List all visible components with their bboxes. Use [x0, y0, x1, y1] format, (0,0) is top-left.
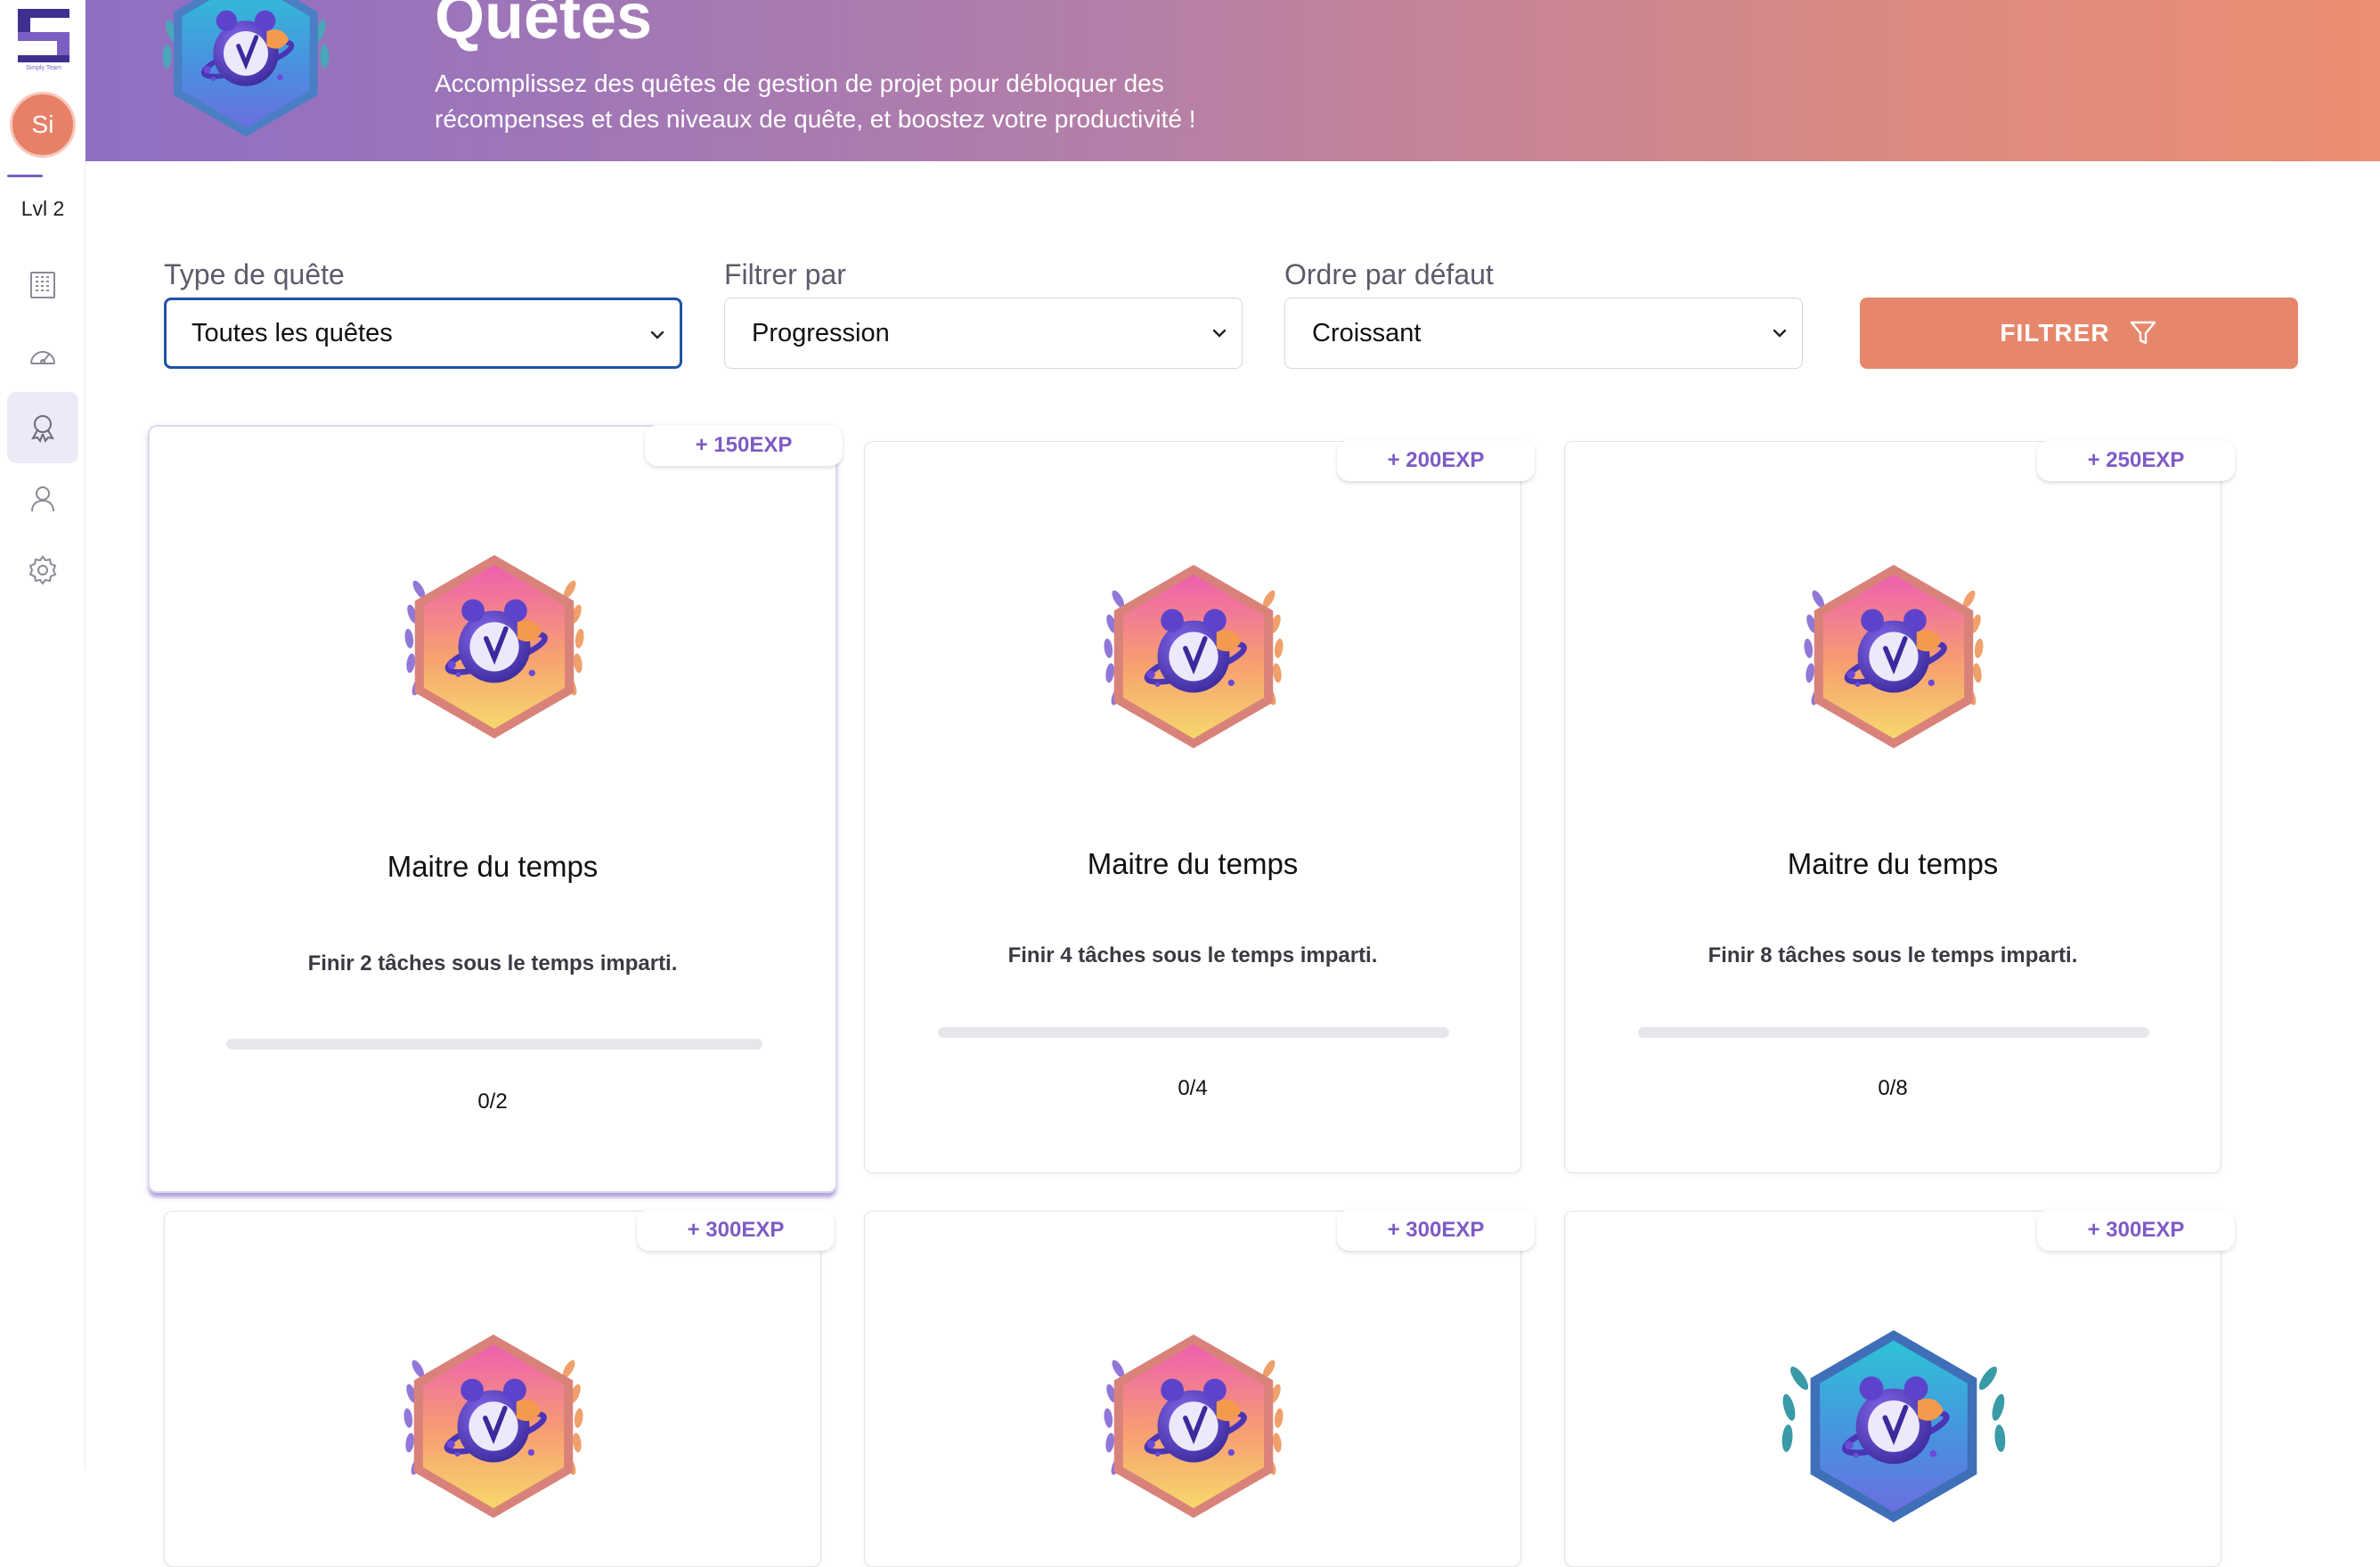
quest-type-select[interactable]: Toutes les quêtes	[164, 298, 682, 369]
logo-caption: Simply Team	[26, 65, 61, 71]
quest-badge-icon	[1091, 1319, 1296, 1533]
sidebar: Simply Team Si Lvl 2	[0, 0, 86, 1470]
quest-title: Maitre du temps	[1787, 847, 1999, 880]
quest-card[interactable]: + 250EXP Maitre du temps Finir 8 tâches …	[1564, 440, 2235, 1173]
sort-order-label: Ordre par défaut	[1284, 258, 1494, 290]
sidebar-item-quests[interactable]	[7, 392, 78, 463]
quest-badge-icon	[391, 1319, 596, 1533]
user-icon	[31, 486, 54, 512]
filter-button[interactable]: FILTRER	[1860, 298, 2298, 369]
quest-type-value: Toutes les quêtes	[192, 318, 393, 347]
exp-badge: + 300EXP	[637, 1210, 835, 1251]
filter-button-label: FILTRER	[2000, 319, 2110, 347]
avatar[interactable]: Si	[10, 92, 76, 158]
quest-title: Maitre du temps	[387, 850, 599, 883]
sort-order-select[interactable]: Croissant	[1284, 298, 1803, 369]
exp-badge: + 300EXP	[1337, 1210, 1535, 1251]
chevron-down-icon	[650, 331, 664, 339]
quest-card[interactable]: + 300EXP	[164, 1210, 835, 1567]
sidebar-item-settings[interactable]	[7, 535, 78, 606]
funnel-icon	[2130, 321, 2156, 345]
quest-progress-count: 0/8	[1878, 1076, 1908, 1100]
quest-card[interactable]: + 300EXP	[1564, 1210, 2235, 1567]
sidebar-item-dashboard[interactable]	[7, 249, 78, 321]
level-label: Lvl 2	[20, 197, 65, 220]
speedometer-icon	[30, 351, 55, 364]
quest-progress-count: 0/4	[1178, 1076, 1208, 1100]
sidebar-item-profile[interactable]	[7, 463, 78, 535]
page-subtitle-line-2: récompenses et des niveaux de quête, et …	[435, 105, 1196, 133]
quest-badge-icon	[1791, 550, 1996, 763]
quest-description: Finir 4 tâches sous le temps imparti.	[1007, 943, 1378, 967]
exp-badge: + 150EXP	[645, 425, 843, 466]
quest-progress-bar	[226, 1039, 762, 1049]
filter-by-value: Progression	[752, 318, 890, 347]
quest-badge-icon	[1091, 550, 1296, 763]
quest-card[interactable]: + 150EXP Maitre du temps Finir 2 tâches …	[148, 425, 843, 1193]
quest-card[interactable]: + 300EXP	[864, 1210, 1535, 1567]
building-grid-icon	[30, 272, 55, 298]
quest-progress-bar	[1638, 1027, 2149, 1038]
sidebar-item-performance[interactable]	[7, 321, 78, 392]
page-subtitle: Accomplissez des quêtes de gestion de pr…	[435, 66, 1325, 137]
header-banner: Quêtes Accomplissez des quêtes de gestio…	[86, 0, 2380, 161]
chevron-down-icon	[1773, 329, 1787, 338]
page-subtitle-line-1: Accomplissez des quêtes de gestion de pr…	[435, 69, 1164, 97]
level-progress-line	[7, 175, 43, 177]
quests-header-badge	[162, 0, 330, 137]
quest-badge-icon	[392, 540, 597, 754]
quest-badge-icon	[1778, 1306, 2009, 1547]
quest-description: Finir 2 tâches sous le temps imparti.	[307, 951, 678, 975]
gear-icon	[29, 555, 57, 585]
quest-card[interactable]: + 200EXP Maitre du temps Finir 4 tâches …	[864, 440, 1535, 1173]
filter-by-select[interactable]: Progression	[724, 298, 1243, 369]
quest-progress-bar	[938, 1027, 1449, 1038]
simply-team-logo[interactable]: Simply Team	[18, 9, 69, 71]
exp-badge: + 250EXP	[2037, 440, 2235, 481]
quest-progress-count: 0/2	[477, 1090, 508, 1114]
quest-type-label: Type de quête	[164, 258, 345, 290]
quest-description: Finir 8 tâches sous le temps imparti.	[1708, 943, 2078, 967]
filter-by-label: Filtrer par	[724, 258, 846, 290]
exp-badge: + 300EXP	[2037, 1210, 2235, 1251]
quest-title: Maitre du temps	[1087, 847, 1299, 880]
exp-badge: + 200EXP	[1337, 440, 1535, 481]
award-icon	[31, 415, 54, 444]
sort-order-value: Croissant	[1312, 318, 1422, 347]
chevron-down-icon	[1212, 329, 1227, 338]
page-title: Quêtes	[435, 0, 653, 53]
